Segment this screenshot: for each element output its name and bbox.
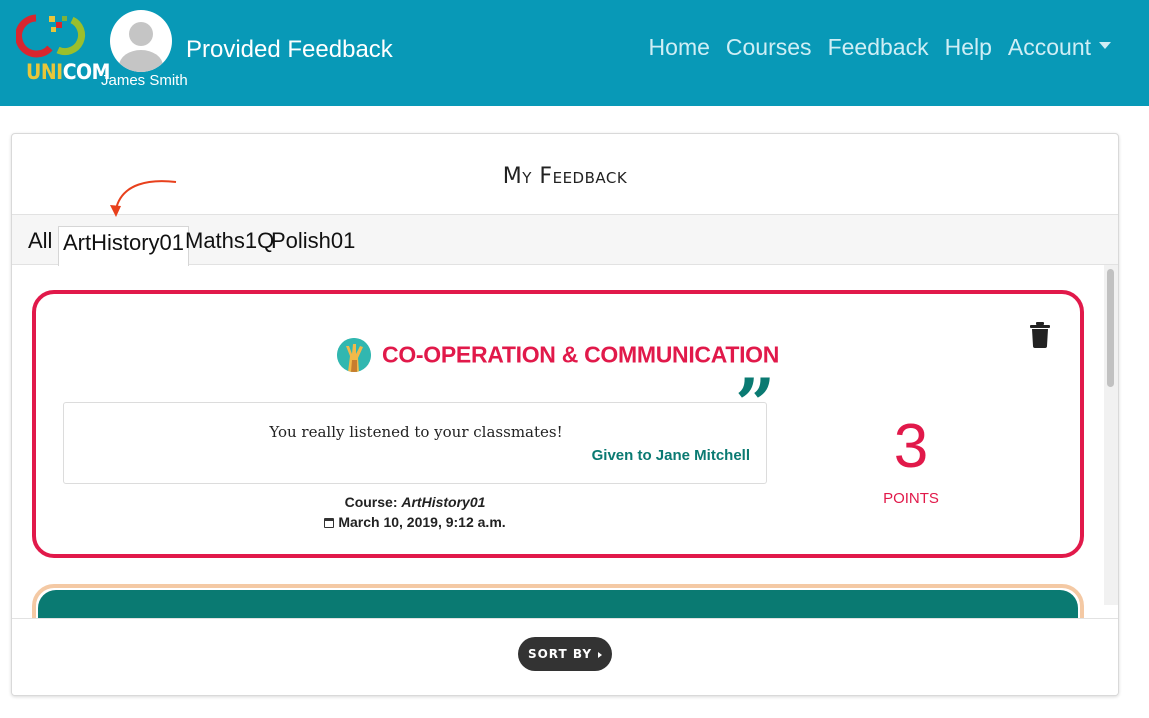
main-nav: Home Courses Feedback Help Account bbox=[633, 34, 1111, 61]
logo-wordmark: UNICOM bbox=[26, 60, 110, 84]
feedback-category: CO-OPERATION & COMMUNICATION bbox=[36, 338, 1080, 372]
nav-home[interactable]: Home bbox=[649, 34, 710, 61]
points-label: POINTS bbox=[883, 490, 939, 507]
tab-polish01[interactable]: Polish01 bbox=[271, 228, 355, 254]
nav-account-dropdown[interactable]: Account bbox=[1008, 34, 1111, 61]
top-navbar: UNICOM James Smith Provided Feedback Hom… bbox=[0, 0, 1149, 106]
recipient-label: Given to Jane Mitchell bbox=[591, 447, 750, 464]
comment-box: You really listened to your classmates! … bbox=[63, 402, 767, 484]
annotation-arrow-icon bbox=[110, 180, 177, 217]
nav-account-label: Account bbox=[1007, 34, 1091, 60]
course-name: ArtHistory01 bbox=[401, 494, 486, 510]
tab-all[interactable]: All bbox=[28, 228, 52, 254]
tab-arthistory01[interactable]: ArtHistory01 bbox=[58, 226, 190, 266]
sort-by-label: SORT BY bbox=[527, 647, 593, 661]
quote-icon: ” bbox=[735, 363, 776, 446]
page-title: Provided Feedback bbox=[186, 36, 393, 63]
tab-maths1q[interactable]: Maths1Q bbox=[185, 228, 274, 254]
date-info: March 10, 2019, 9:12 a.m. bbox=[63, 514, 767, 530]
scrollbar-thumb[interactable] bbox=[1107, 269, 1114, 387]
points-value: 3 bbox=[893, 412, 929, 481]
caret-right-icon bbox=[598, 651, 603, 658]
comment-text: You really listened to your classmates! bbox=[269, 423, 563, 441]
course-info: Course: ArtHistory01 bbox=[63, 494, 767, 510]
feedback-date: March 10, 2019, 9:12 a.m. bbox=[338, 514, 506, 530]
calendar-icon bbox=[324, 518, 335, 528]
sort-by-button[interactable]: SORT BY bbox=[518, 637, 612, 671]
nav-feedback[interactable]: Feedback bbox=[828, 34, 929, 61]
user-avatar[interactable] bbox=[110, 10, 172, 72]
scrollbar[interactable] bbox=[1104, 265, 1118, 605]
hands-raised-icon bbox=[336, 338, 371, 372]
panel-footer: SORT BY bbox=[12, 618, 1118, 695]
category-label: CO-OPERATION & COMMUNICATION bbox=[382, 341, 780, 368]
chevron-down-icon bbox=[1099, 42, 1111, 50]
user-name: James Smith bbox=[101, 72, 188, 89]
nav-help[interactable]: Help bbox=[945, 34, 992, 61]
trash-icon[interactable] bbox=[1030, 322, 1050, 348]
feedback-item: CO-OPERATION & COMMUNICATION You really … bbox=[32, 290, 1084, 558]
nav-courses[interactable]: Courses bbox=[726, 34, 812, 61]
course-label: Course: bbox=[344, 494, 398, 510]
